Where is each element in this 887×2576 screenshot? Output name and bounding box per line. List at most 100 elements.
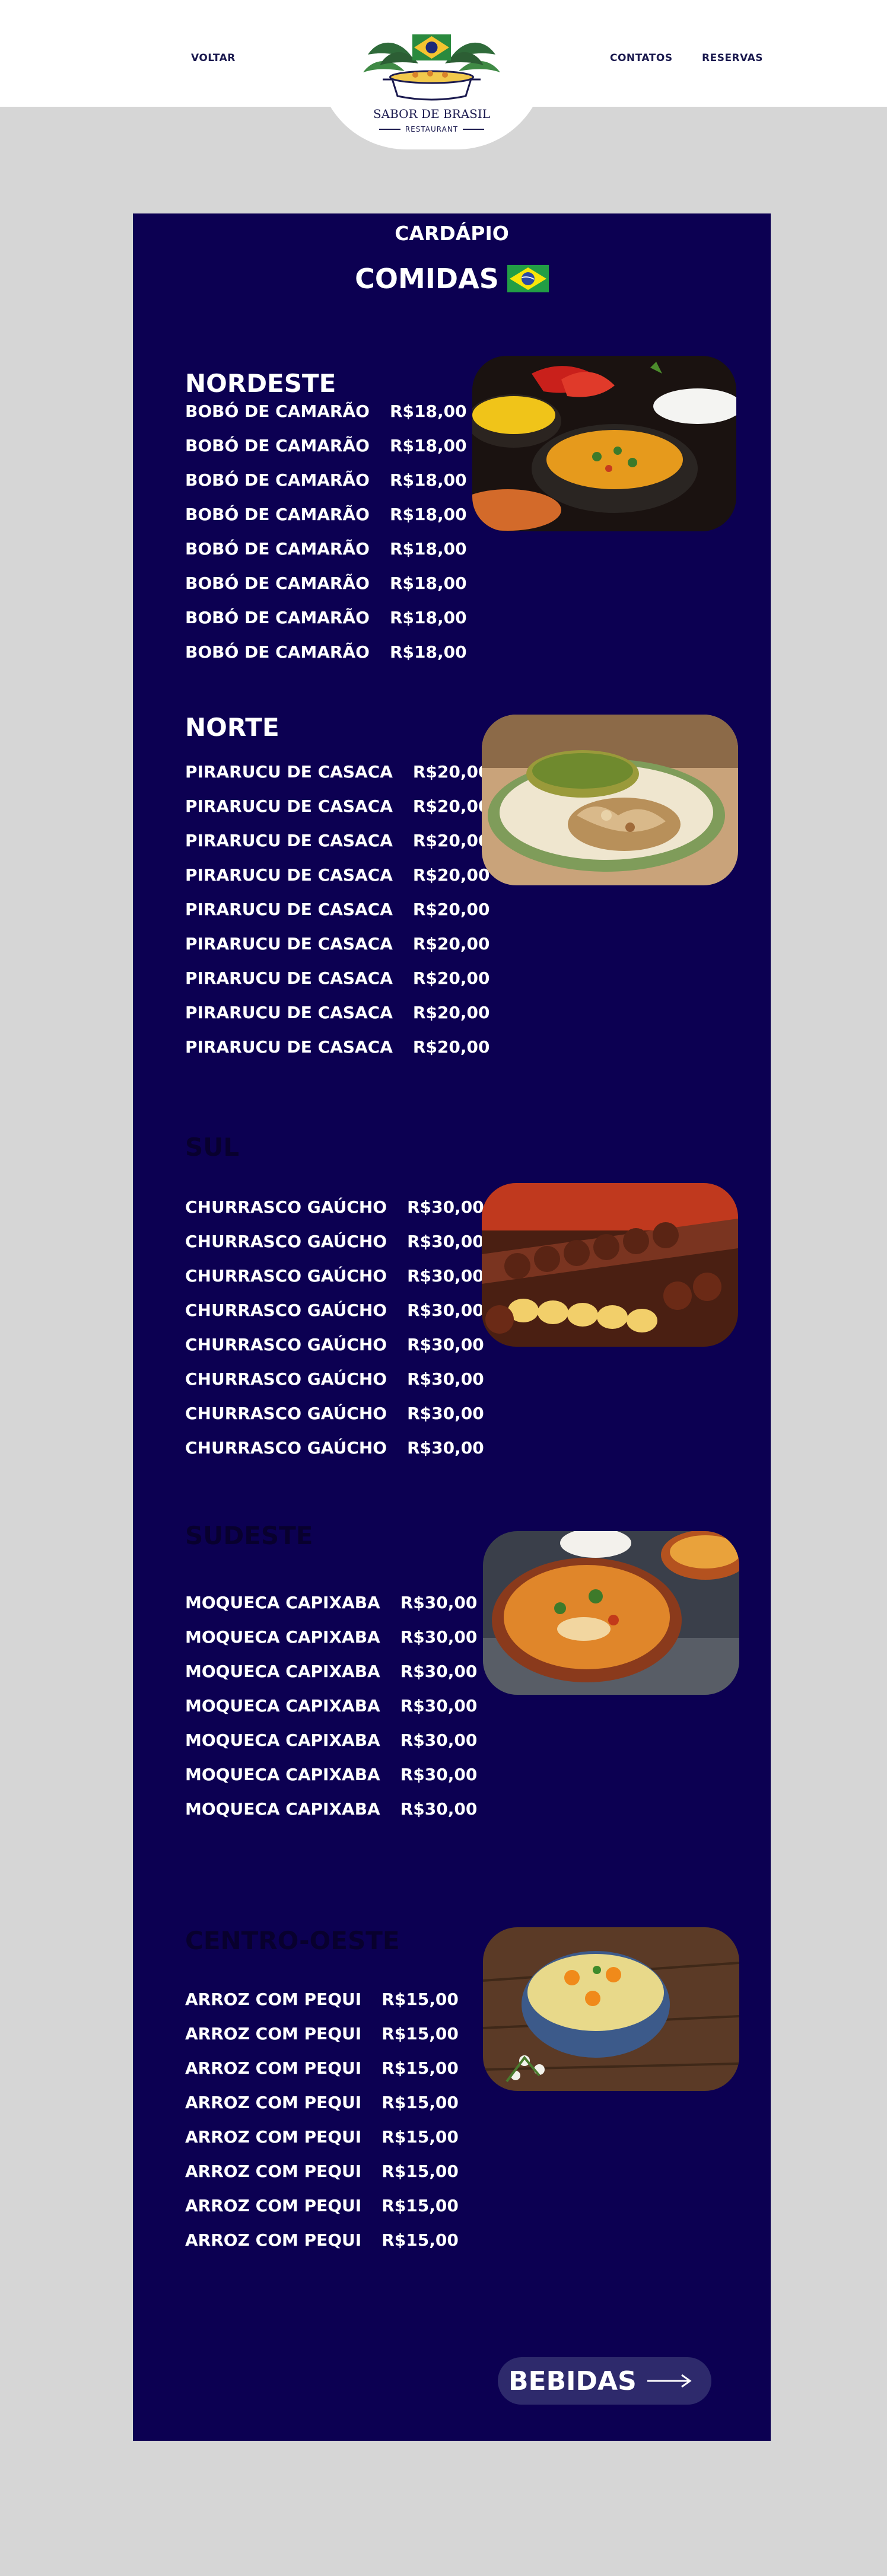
menu-item: CHURRASCO GAÚCHO R$30,00 <box>185 1258 484 1293</box>
item-name: CHURRASCO GAÚCHO <box>185 1265 387 1286</box>
item-name: PIRARUCU DE CASACA <box>185 796 393 816</box>
item-price: R$18,00 <box>389 607 467 627</box>
item-price: R$15,00 <box>381 2230 459 2250</box>
item-name: CHURRASCO GAÚCHO <box>185 1369 387 1389</box>
item-name: ARROZ COM PEQUI <box>185 2023 362 2043</box>
menu-item: MOQUECA CAPIXABA R$30,00 <box>185 1791 477 1826</box>
menu-item: ARROZ COM PEQUI R$15,00 <box>185 2016 470 2051</box>
food-photo-sudeste <box>483 1531 739 1695</box>
item-price: R$20,00 <box>412 830 490 850</box>
menu-item: PIRARUCU DE CASACA R$20,00 <box>185 892 490 926</box>
logo-title: SABOR DE BRASIL <box>373 107 491 121</box>
menu-item: ARROZ COM PEQUI R$15,00 <box>185 2051 470 2085</box>
restaurant-logo[interactable]: SABOR DE BRASIL RESTAURANT <box>356 31 507 141</box>
restaurant-logo-icon <box>363 34 500 101</box>
menu-item-list: PIRARUCU DE CASACA R$20,00 PIRARUCU DE CA… <box>185 754 490 1064</box>
item-name: ARROZ COM PEQUI <box>185 2161 362 2181</box>
menu-item: CHURRASCO GAÚCHO R$30,00 <box>185 1190 484 1224</box>
item-price: R$20,00 <box>412 1002 490 1022</box>
item-name: ARROZ COM PEQUI <box>185 1989 362 2009</box>
item-price: R$18,00 <box>389 538 467 559</box>
menu-item: ARROZ COM PEQUI R$15,00 <box>185 2119 470 2154</box>
item-name: MOQUECA CAPIXABA <box>185 1730 380 1750</box>
item-name: PIRARUCU DE CASACA <box>185 1002 393 1022</box>
menu-item: CHURRASCO GAÚCHO R$30,00 <box>185 1430 484 1465</box>
menu-item: CHURRASCO GAÚCHO R$30,00 <box>185 1396 484 1430</box>
item-price: R$20,00 <box>412 968 490 988</box>
item-name: CHURRASCO GAÚCHO <box>185 1437 387 1458</box>
item-name: BOBÓ DE CAMARÃO <box>185 538 370 559</box>
region-title: CENTRO-OESTE <box>185 1926 400 1955</box>
menu-item: ARROZ COM PEQUI R$15,00 <box>185 2223 470 2257</box>
menu-item: CHURRASCO GAÚCHO R$30,00 <box>185 1293 484 1327</box>
menu-item: MOQUECA CAPIXABA R$30,00 <box>185 1654 477 1688</box>
section-sudeste: SUDESTE MOQUECA CAPIXABA R$30,00 MOQUECA … <box>185 1521 477 1819</box>
menu-item: ARROZ COM PEQUI R$15,00 <box>185 1982 470 2016</box>
logo-divider <box>463 129 485 130</box>
item-name: BOBÓ DE CAMARÃO <box>185 642 370 662</box>
menu-item: MOQUECA CAPIXABA R$30,00 <box>185 1757 477 1791</box>
item-name: PIRARUCU DE CASACA <box>185 865 393 885</box>
item-price: R$20,00 <box>412 899 490 919</box>
drinks-button[interactable]: BEBIDAS <box>498 2357 711 2405</box>
item-name: ARROZ COM PEQUI <box>185 2092 362 2112</box>
item-price: R$30,00 <box>400 1764 478 1784</box>
item-price: R$30,00 <box>400 1730 478 1750</box>
menu-item: ARROZ COM PEQUI R$15,00 <box>185 2085 470 2119</box>
item-name: MOQUECA CAPIXABA <box>185 1592 380 1612</box>
section-centro-oeste: CENTRO-OESTE ARROZ COM PEQUI R$15,00 ARRO… <box>185 1926 470 2250</box>
menu-item: PIRARUCU DE CASACA R$20,00 <box>185 857 490 892</box>
menu-item: BOBÓ DE CAMARÃO R$18,00 <box>185 531 470 566</box>
item-name: BOBÓ DE CAMARÃO <box>185 401 370 421</box>
item-price: R$30,00 <box>407 1231 484 1251</box>
menu-item: PIRARUCU DE CASACA R$20,00 <box>185 961 490 995</box>
section-nordeste: NORDESTE BOBÓ DE CAMARÃO R$18,00 BOBÓ DE … <box>185 369 470 662</box>
menu-item: PIRARUCU DE CASACA R$20,00 <box>185 754 490 789</box>
item-price: R$20,00 <box>412 761 490 782</box>
menu-item: ARROZ COM PEQUI R$15,00 <box>185 2188 470 2223</box>
food-photo-centro-oeste <box>483 1927 739 2091</box>
back-link[interactable]: VOLTAR <box>191 52 236 64</box>
item-price: R$30,00 <box>407 1334 484 1354</box>
menu-item: MOQUECA CAPIXABA R$30,00 <box>185 1619 477 1654</box>
item-name: CHURRASCO GAÚCHO <box>185 1197 387 1217</box>
menu-item: BOBÓ DE CAMARÃO R$18,00 <box>185 600 470 635</box>
item-name: BOBÓ DE CAMARÃO <box>185 504 370 524</box>
food-photo-sul <box>482 1183 738 1347</box>
menu-panel: CARDÁPIO COMIDAS NORDESTE BOBÓ DE CAMARÃ… <box>133 213 771 2441</box>
menu-item-list: MOQUECA CAPIXABA R$30,00 MOQUECA CAPIXABA… <box>185 1585 477 1826</box>
item-name: PIRARUCU DE CASACA <box>185 968 393 988</box>
item-price: R$18,00 <box>389 504 467 524</box>
menu-item: MOQUECA CAPIXABA R$30,00 <box>185 1723 477 1757</box>
item-name: PIRARUCU DE CASACA <box>185 1037 393 1057</box>
menu-item: CHURRASCO GAÚCHO R$30,00 <box>185 1327 484 1362</box>
menu-item: BOBÓ DE CAMARÃO R$18,00 <box>185 394 470 428</box>
item-price: R$18,00 <box>389 401 467 421</box>
item-price: R$15,00 <box>381 2195 459 2215</box>
menu-item: MOQUECA CAPIXABA R$30,00 <box>185 1688 477 1723</box>
item-name: CHURRASCO GAÚCHO <box>185 1334 387 1354</box>
item-name: PIRARUCU DE CASACA <box>185 899 393 919</box>
region-title: SUL <box>185 1133 240 1162</box>
menu-item: PIRARUCU DE CASACA R$20,00 <box>185 926 490 961</box>
menu-item: ARROZ COM PEQUI R$15,00 <box>185 2154 470 2188</box>
menu-heading: COMIDAS <box>355 263 499 295</box>
item-price: R$15,00 <box>381 2092 459 2112</box>
item-name: BOBÓ DE CAMARÃO <box>185 573 370 593</box>
contacts-link[interactable]: CONTATOS <box>610 52 673 64</box>
item-price: R$15,00 <box>381 2023 459 2043</box>
food-photo-nordeste <box>472 356 736 531</box>
item-name: BOBÓ DE CAMARÃO <box>185 607 370 627</box>
menu-item: PIRARUCU DE CASACA R$20,00 <box>185 1029 490 1064</box>
region-title: SUDESTE <box>185 1521 313 1550</box>
item-price: R$18,00 <box>389 435 467 455</box>
item-name: PIRARUCU DE CASACA <box>185 830 393 850</box>
item-name: BOBÓ DE CAMARÃO <box>185 435 370 455</box>
reservations-link[interactable]: RESERVAS <box>702 52 763 64</box>
section-norte: NORTE PIRARUCU DE CASACA R$20,00 PIRARUCU… <box>185 713 490 1057</box>
item-price: R$15,00 <box>381 1989 459 2009</box>
item-name: MOQUECA CAPIXABA <box>185 1764 380 1784</box>
item-price: R$15,00 <box>381 2058 459 2078</box>
menu-item: MOQUECA CAPIXABA R$30,00 <box>185 1585 477 1619</box>
menu-item-list: CHURRASCO GAÚCHO R$30,00 CHURRASCO GAÚCHO… <box>185 1190 484 1465</box>
